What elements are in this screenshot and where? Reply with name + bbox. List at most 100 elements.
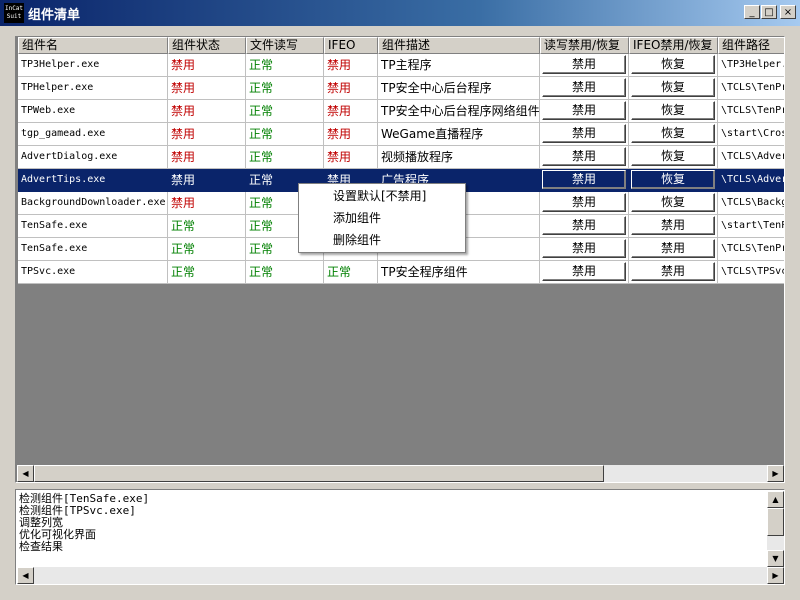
ifeo-status: 禁用 [324, 146, 378, 169]
table-row[interactable]: AdvertDialog.exe 禁用 正常 禁用 视频播放程序 禁用 恢复 \TCLS\Ad… [18, 146, 784, 169]
table-row[interactable]: tgp_gamead.exe 禁用 正常 禁用 WeGame直播程序 禁用 恢复 \start… [18, 123, 784, 146]
component-name: TenSafe.exe [18, 238, 168, 261]
log-line: 检查结果 [19, 540, 63, 553]
component-grid[interactable]: 组件名 组件状态 文件读写 IFEO 组件描述 读写禁用/恢复 IFEO禁用/恢复 组件路径 … [15, 36, 785, 483]
column-header-name[interactable]: 组件名 [18, 37, 168, 54]
button-cell: 禁用 [540, 261, 629, 284]
file-rw-status: 正常 [246, 54, 324, 77]
table-row[interactable]: TPWeb.exe 禁用 正常 禁用 TP安全中心后台程序网络组件 禁用 恢复 \TCLS\T… [18, 100, 784, 123]
component-status: 禁用 [168, 169, 246, 192]
column-header-ifeo-toggle[interactable]: IFEO禁用/恢复 [629, 37, 718, 54]
ifeo-toggle-button[interactable]: 恢复 [631, 147, 715, 166]
ifeo-toggle-button[interactable]: 禁用 [631, 262, 715, 281]
button-cell: 禁用 [540, 100, 629, 123]
component-name: TP3Helper.exe [18, 54, 168, 77]
component-status: 禁用 [168, 54, 246, 77]
log-horizontal-scrollbar[interactable]: ◀ ▶ [17, 567, 784, 584]
table-row[interactable]: TP3Helper.exe禁用正常禁用TP主程序禁用恢复\TP3Helper.e… [18, 54, 784, 77]
log-vertical-scrollbar[interactable]: ▲ ▼ [767, 491, 784, 567]
component-status: 正常 [168, 238, 246, 261]
component-path: \TCLS\Background [718, 192, 784, 215]
column-header-rw-toggle[interactable]: 读写禁用/恢复 [540, 37, 629, 54]
ifeo-toggle-button[interactable]: 恢复 [631, 55, 715, 74]
file-rw-status: 正常 [246, 146, 324, 169]
ifeo-status: 禁用 [324, 54, 378, 77]
menu-item-set-default[interactable]: 设置默认[不禁用] [333, 187, 426, 204]
button-cell: 恢复 [629, 100, 718, 123]
ifeo-toggle-button[interactable]: 恢复 [631, 78, 715, 97]
column-header-ifeo[interactable]: IFEO [324, 37, 378, 54]
component-status: 禁用 [168, 123, 246, 146]
maximize-button[interactable]: □ [761, 5, 777, 19]
component-description: 视频播放程序 [378, 146, 540, 169]
grid-header: 组件名 组件状态 文件读写 IFEO 组件描述 读写禁用/恢复 IFEO禁用/恢复 组件路径 [18, 37, 784, 54]
button-cell: 恢复 [629, 146, 718, 169]
ifeo-toggle-button[interactable]: 禁用 [631, 239, 715, 258]
component-path: \TCLS\TPSvc [718, 261, 784, 284]
table-row[interactable]: TPHelper.exe 禁用 正常 禁用 TP安全中心后台程序 禁用 恢复 \TCLS\Te… [18, 77, 784, 100]
button-cell: 禁用 [629, 261, 718, 284]
ifeo-toggle-button[interactable]: 恢复 [631, 101, 715, 120]
app-icon: InCat Suit [4, 3, 24, 23]
component-name: TenSafe.exe [18, 215, 168, 238]
ifeo-toggle-button[interactable]: 禁用 [631, 216, 715, 235]
ifeo-toggle-button[interactable]: 恢复 [631, 170, 715, 189]
button-cell: 恢复 [629, 192, 718, 215]
table-row[interactable]: TPSvc.exe 正常 正常 正常 TP安全程序组件 禁用 禁用 \TCLS\TPSvc [18, 261, 784, 284]
component-description: TP安全中心后台程序网络组件 [378, 100, 540, 123]
column-header-description[interactable]: 组件描述 [378, 37, 540, 54]
component-description: TP主程序 [378, 54, 540, 77]
window-title: 组件清单 [28, 8, 81, 23]
button-cell: 禁用 [540, 77, 629, 100]
file-rw-status: 正常 [246, 77, 324, 100]
grid-scroll-thumb[interactable] [34, 465, 604, 482]
scroll-up-arrow-icon[interactable]: ▲ [767, 491, 784, 508]
log-scroll-thumb[interactable] [767, 508, 784, 536]
context-menu: 设置默认[不禁用] 添加组件 删除组件 [298, 183, 466, 253]
scroll-down-arrow-icon[interactable]: ▼ [767, 550, 784, 567]
button-cell: 恢复 [629, 54, 718, 77]
title-bar[interactable]: InCat Suit 组件清单 _ □ × [0, 0, 800, 26]
column-header-status[interactable]: 组件状态 [168, 37, 246, 54]
rw-toggle-button[interactable]: 禁用 [542, 239, 626, 258]
button-cell: 禁用 [540, 123, 629, 146]
menu-item-delete-component[interactable]: 删除组件 [333, 231, 381, 248]
button-cell: 禁用 [540, 146, 629, 169]
ifeo-status: 禁用 [324, 77, 378, 100]
scroll-left-arrow-icon[interactable]: ◀ [17, 567, 34, 584]
button-cell: 禁用 [540, 215, 629, 238]
close-button[interactable]: × [780, 5, 796, 19]
file-rw-status: 正常 [246, 100, 324, 123]
component-name: TPWeb.exe [18, 100, 168, 123]
ifeo-status: 正常 [324, 261, 378, 284]
rw-toggle-button[interactable]: 禁用 [542, 55, 626, 74]
rw-toggle-button[interactable]: 禁用 [542, 170, 626, 189]
component-path: \TCLS\Advert [718, 169, 784, 192]
component-path: \TCLS\TenProtect [718, 77, 784, 100]
component-status: 禁用 [168, 192, 246, 215]
minimize-button[interactable]: _ [744, 5, 760, 19]
rw-toggle-button[interactable]: 禁用 [542, 78, 626, 97]
component-status: 禁用 [168, 100, 246, 123]
scroll-left-arrow-icon[interactable]: ◀ [17, 465, 34, 482]
column-header-path[interactable]: 组件路径 [718, 37, 784, 54]
ifeo-toggle-button[interactable]: 恢复 [631, 193, 715, 212]
menu-item-add-component[interactable]: 添加组件 [333, 209, 381, 226]
rw-toggle-button[interactable]: 禁用 [542, 262, 626, 281]
button-cell: 禁用 [540, 238, 629, 261]
rw-toggle-button[interactable]: 禁用 [542, 216, 626, 235]
column-header-file-rw[interactable]: 文件读写 [246, 37, 324, 54]
component-description: TP安全中心后台程序 [378, 77, 540, 100]
rw-toggle-button[interactable]: 禁用 [542, 193, 626, 212]
ifeo-toggle-button[interactable]: 恢复 [631, 124, 715, 143]
scroll-right-arrow-icon[interactable]: ▶ [767, 567, 784, 584]
rw-toggle-button[interactable]: 禁用 [542, 101, 626, 120]
rw-toggle-button[interactable]: 禁用 [542, 147, 626, 166]
scroll-right-arrow-icon[interactable]: ▶ [767, 465, 784, 482]
ifeo-status: 禁用 [324, 123, 378, 146]
grid-horizontal-scrollbar[interactable]: ◀ ▶ [17, 465, 784, 482]
component-status: 禁用 [168, 146, 246, 169]
button-cell: 禁用 [540, 192, 629, 215]
rw-toggle-button[interactable]: 禁用 [542, 124, 626, 143]
component-status: 正常 [168, 215, 246, 238]
